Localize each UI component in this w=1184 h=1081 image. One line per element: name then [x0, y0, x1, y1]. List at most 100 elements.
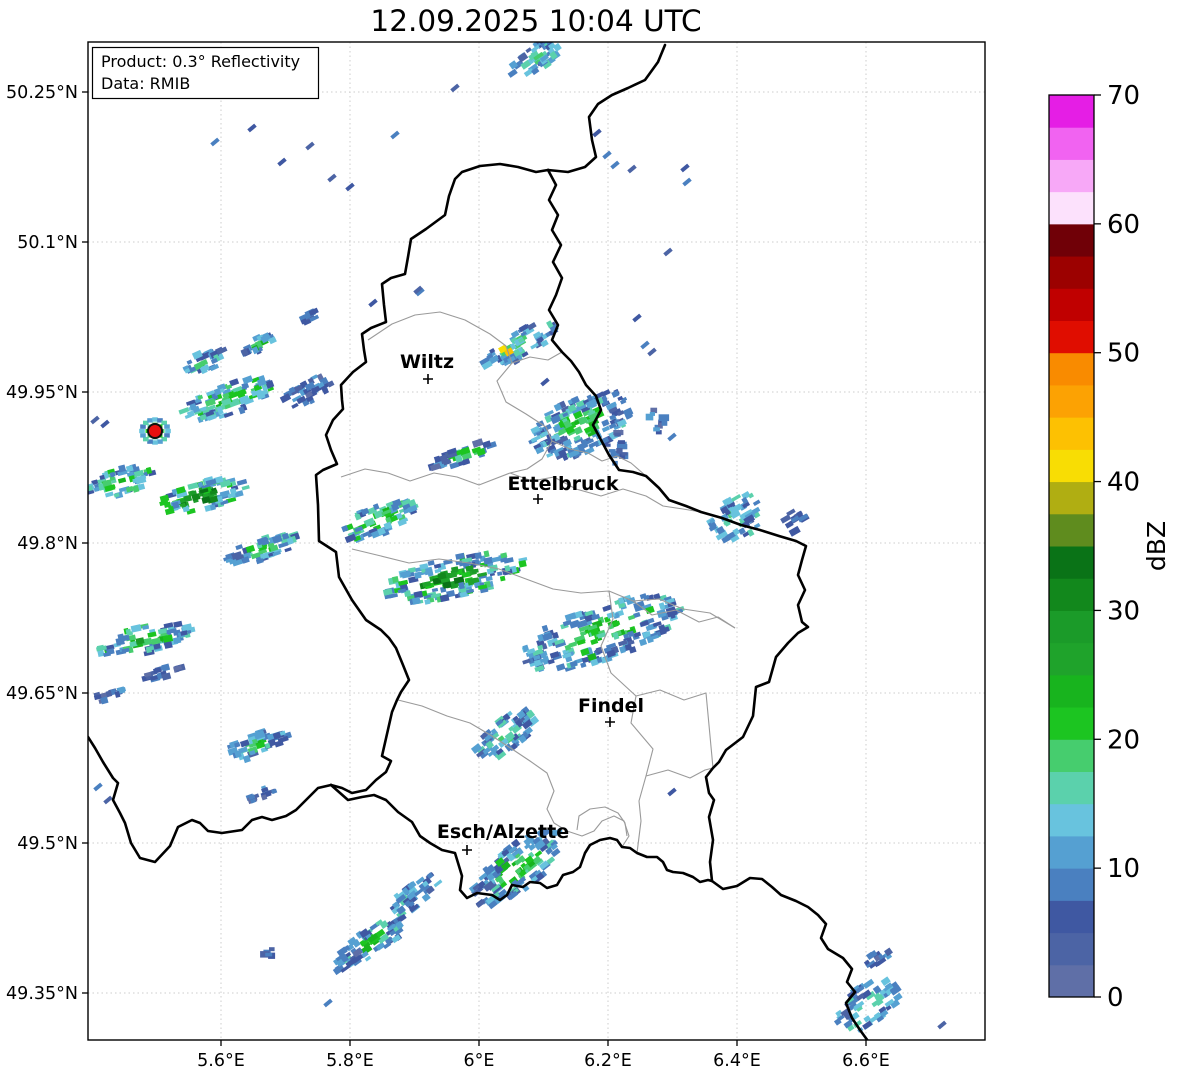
plot-frame	[87, 41, 986, 1041]
echo-speck	[610, 160, 620, 170]
lon-tick-label: 6.4°E	[713, 1051, 761, 1071]
colorbar-scale	[1049, 95, 1094, 998]
radar-site-marker	[147, 423, 163, 439]
city-label: Findel	[578, 695, 644, 717]
colorbar-tick-label: 60	[1107, 210, 1140, 240]
echo-speck	[663, 247, 673, 257]
lon-tick-label: 5.8°E	[326, 1051, 374, 1071]
echo-speck	[345, 182, 355, 192]
echo-cluster	[159, 475, 250, 516]
echo-speck	[103, 795, 113, 805]
echo-speck	[667, 787, 677, 797]
figure-title: 12.09.2025 10:04 UTC	[370, 4, 701, 38]
echo-speck	[327, 173, 337, 183]
echo-cluster	[240, 332, 277, 358]
colorbar-tick-label: 50	[1107, 339, 1140, 369]
colorbar-tick-label: 40	[1107, 468, 1140, 498]
lat-tick-label: 49.65°N	[6, 684, 78, 704]
echo-cluster	[645, 407, 670, 435]
echo-cluster	[470, 706, 540, 761]
city-label: Wiltz	[400, 351, 454, 373]
echo-speck	[632, 313, 642, 323]
colorbar-tick-label: 0	[1107, 983, 1124, 1013]
echo-cluster	[427, 438, 497, 472]
lat-tick-label: 49.35°N	[6, 984, 78, 1004]
colorbar: 0 10 20 30 40 50 60 70	[1048, 81, 1140, 1013]
info-box-line2: Data: RMIB	[101, 74, 190, 93]
lat-tick-label: 49.5°N	[17, 834, 78, 854]
city-marker	[605, 717, 615, 727]
echo-speck	[323, 998, 333, 1008]
regional-border	[351, 548, 736, 629]
colorbar-unit-label: dBZ	[1142, 521, 1171, 571]
echo-cluster	[223, 530, 301, 567]
info-box: Product: 0.3° Reflectivity Data: RMIB	[91, 46, 320, 100]
colorbar-tick-label: 30	[1107, 596, 1140, 626]
echo-cluster	[382, 550, 528, 606]
echo-cluster	[88, 463, 157, 499]
colorbar-tick-label: 70	[1107, 81, 1140, 111]
lat-tick-label: 50.25°N	[6, 83, 78, 103]
lon-tick-label: 6.6°E	[842, 1051, 890, 1071]
info-box-line1: Product: 0.3° Reflectivity	[101, 52, 300, 71]
echo-cluster	[95, 620, 196, 658]
echo-speck	[937, 1020, 947, 1030]
regional-border	[645, 767, 714, 779]
echo-speck	[100, 419, 110, 429]
echo-speck	[247, 123, 257, 133]
lat-tick-label: 49.8°N	[17, 534, 78, 554]
regional-border	[635, 689, 714, 769]
echo-cluster	[389, 872, 443, 919]
city-label: Esch/Alzette	[437, 821, 569, 843]
echo-speck	[540, 377, 550, 387]
echo-cluster	[182, 346, 228, 375]
echo-speck	[647, 347, 657, 357]
echo-cluster	[226, 727, 293, 764]
echo-speck	[368, 298, 378, 308]
echo-speck	[210, 137, 220, 147]
echo-cluster	[507, 42, 562, 78]
lon-tick-label: 5.6°E	[197, 1051, 245, 1071]
national-border	[546, 168, 810, 883]
grid-layer	[88, 42, 985, 1040]
echo-cluster	[178, 374, 275, 424]
city-marker	[462, 845, 472, 855]
echo-speck	[680, 163, 690, 173]
city-marker	[533, 494, 543, 504]
echo-speck	[592, 128, 602, 138]
echo-speck	[305, 141, 315, 151]
echo-speck	[667, 432, 677, 442]
echo-cluster	[780, 508, 810, 537]
colorbar-tick-label: 20	[1107, 725, 1140, 755]
echo-speck	[627, 164, 637, 174]
echo-cluster	[298, 307, 320, 326]
radar-echo-layer	[88, 42, 947, 1033]
echo-cluster	[706, 491, 761, 544]
echo-speck	[602, 150, 612, 160]
regional-border	[340, 468, 511, 486]
lon-tick-label: 6°E	[464, 1051, 495, 1071]
radar-site-layer	[139, 417, 171, 445]
echo-cluster	[279, 373, 335, 409]
echo-cluster	[521, 593, 685, 673]
lon-tick-label: 6.2°E	[584, 1051, 632, 1071]
echo-cluster	[833, 976, 903, 1033]
city-label: Ettelbruck	[508, 473, 619, 495]
echo-cluster	[863, 947, 893, 969]
echo-cluster	[245, 785, 278, 805]
city-marker	[423, 374, 433, 384]
echo-cluster	[93, 686, 127, 705]
lat-tick-label: 50.1°N	[17, 233, 78, 253]
echo-speck	[640, 340, 650, 350]
echo-speck	[682, 177, 692, 187]
colorbar-tick-label: 10	[1107, 854, 1140, 884]
echo-cluster	[479, 320, 559, 371]
echo-cluster	[141, 663, 186, 683]
echo-speck	[93, 782, 103, 792]
echo-speck	[390, 130, 400, 140]
echo-speck	[450, 83, 460, 93]
echo-speck	[277, 157, 287, 167]
echo-cluster	[260, 947, 276, 959]
echo-speck	[90, 415, 100, 425]
echo-cluster	[341, 498, 419, 544]
